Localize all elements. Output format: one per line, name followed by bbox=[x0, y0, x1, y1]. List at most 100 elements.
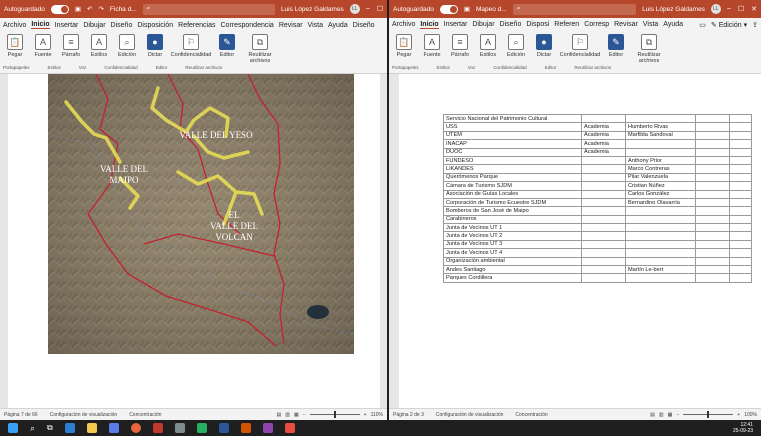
table-cell[interactable]: Cristian Núñez bbox=[625, 181, 696, 191]
menu-tab-archivo[interactable]: Archivo bbox=[392, 21, 415, 29]
reuse-files-button[interactable]: ⧉ Reutilizar archivos bbox=[632, 34, 666, 64]
table-cell[interactable] bbox=[581, 248, 626, 258]
table-cell[interactable]: Junta de Vecinos UT 2 bbox=[443, 231, 582, 241]
avatar[interactable]: LL bbox=[710, 4, 721, 14]
paste-button[interactable]: 📋 Pegar bbox=[3, 34, 27, 58]
menu-tab-insertar[interactable]: Insertar bbox=[55, 22, 79, 29]
dictate-button[interactable]: ● Dictar bbox=[532, 34, 556, 58]
menu-tab-dise-o[interactable]: Diseño bbox=[111, 22, 133, 29]
table-cell[interactable] bbox=[695, 122, 730, 132]
maps-icon[interactable] bbox=[196, 423, 207, 433]
web-layout-icon[interactable]: ▦ bbox=[294, 412, 299, 418]
chrome-icon[interactable] bbox=[130, 423, 141, 433]
table-cell[interactable]: Querómenos Parque bbox=[443, 172, 582, 183]
table-row[interactable]: Servicio Nacional del Patrimonio Cultura… bbox=[443, 113, 752, 124]
table-row[interactable]: FUNDESO Anthony Prior bbox=[443, 155, 752, 166]
menu-tab-revisar[interactable]: Revisar bbox=[614, 21, 638, 29]
table-cell[interactable]: USS bbox=[443, 122, 582, 132]
styles-button[interactable]: A Estilos bbox=[476, 34, 500, 58]
table-cell[interactable]: Corporación de Turismo Ecuestre SJDM bbox=[443, 197, 582, 208]
reuse-files-button[interactable]: ⧉ Reutilizar archivos bbox=[243, 34, 277, 64]
table-cell[interactable] bbox=[729, 256, 752, 267]
document-canvas[interactable]: Servicio Nacional del Patrimonio Cultura… bbox=[389, 74, 761, 408]
paste-button[interactable]: 📋 Pegar bbox=[392, 34, 416, 58]
table-cell[interactable] bbox=[695, 197, 730, 208]
menu-tab-revisar[interactable]: Revisar bbox=[279, 22, 303, 29]
table-cell[interactable] bbox=[581, 223, 626, 233]
table-cell[interactable] bbox=[729, 155, 752, 166]
table-cell[interactable]: INACAP bbox=[443, 139, 582, 149]
print-layout-icon[interactable]: ▥ bbox=[285, 412, 290, 418]
table-row[interactable]: Organización ambiental bbox=[443, 256, 752, 267]
table-cell[interactable] bbox=[729, 130, 752, 141]
table-cell[interactable] bbox=[729, 206, 752, 216]
table-cell[interactable] bbox=[581, 113, 626, 124]
editing-mode-dropdown[interactable]: ✎ Edición ▾ bbox=[711, 21, 747, 29]
table-row[interactable]: UTEM Academia Marfilda Sandoval bbox=[443, 130, 752, 141]
table-cell[interactable] bbox=[581, 273, 626, 283]
table-cell[interactable]: Martín Le-bert bbox=[625, 265, 696, 275]
styles-button[interactable]: A Estilos bbox=[87, 34, 111, 58]
focus-button[interactable]: Concentración bbox=[129, 412, 161, 418]
table-cell[interactable]: Carabineros bbox=[443, 214, 582, 225]
minimize-icon[interactable]: – bbox=[366, 5, 370, 13]
table-row[interactable]: LIKANDES Marco Contreras bbox=[443, 164, 752, 174]
task-view-icon[interactable]: ⧉ bbox=[47, 423, 53, 433]
app-icon[interactable] bbox=[174, 423, 185, 433]
table-cell[interactable]: Marco Contreras bbox=[625, 164, 696, 174]
menu-tab-inicio[interactable]: Inicio bbox=[420, 21, 439, 29]
search-box[interactable]: ⌕ bbox=[142, 3, 275, 15]
table-cell[interactable] bbox=[695, 214, 730, 225]
zoom-level[interactable]: 110% bbox=[371, 412, 383, 418]
table-cell[interactable] bbox=[695, 256, 730, 267]
table-cell[interactable]: Bernardino Olavarría bbox=[625, 197, 696, 208]
table-cell[interactable] bbox=[695, 130, 730, 141]
table-cell[interactable] bbox=[729, 248, 752, 258]
table-cell[interactable] bbox=[581, 164, 626, 174]
menu-tab-vista[interactable]: Vista bbox=[643, 21, 658, 29]
minimize-icon[interactable]: – bbox=[727, 5, 731, 13]
table-row[interactable]: Bomberos de San José de Maipo bbox=[443, 206, 752, 216]
table-row[interactable]: Junta de Vecinos UT 3 bbox=[443, 239, 752, 250]
zoom-out-button[interactable]: − bbox=[676, 412, 679, 418]
table-cell[interactable] bbox=[625, 147, 696, 157]
redo-icon[interactable]: ↷ bbox=[98, 5, 103, 13]
table-cell[interactable] bbox=[695, 273, 730, 283]
table-cell[interactable] bbox=[729, 223, 752, 233]
table-row[interactable]: Junta de Vecinos UT 2 bbox=[443, 231, 752, 241]
table-cell[interactable]: Humberto Rivas bbox=[625, 122, 696, 132]
table-cell[interactable] bbox=[581, 189, 626, 199]
table-cell[interactable] bbox=[729, 172, 752, 183]
app-icon[interactable] bbox=[262, 423, 273, 433]
table-row[interactable]: Junta de Vecinos UT 1 bbox=[443, 223, 752, 233]
table-row[interactable]: Junta de Vecinos UT 4 bbox=[443, 248, 752, 258]
dictate-button[interactable]: ● Dictar bbox=[143, 34, 167, 58]
table-cell[interactable] bbox=[695, 223, 730, 233]
table-cell[interactable] bbox=[581, 214, 626, 225]
table-cell[interactable] bbox=[625, 223, 696, 233]
undo-icon[interactable]: ↶ bbox=[87, 5, 92, 13]
table-cell[interactable]: Academia bbox=[581, 147, 626, 157]
editor-button[interactable]: ✎ Editor bbox=[215, 34, 239, 58]
zoom-in-button[interactable]: + bbox=[737, 412, 740, 418]
table-cell[interactable] bbox=[695, 231, 730, 241]
table-cell[interactable]: Asociación de Guías Locales bbox=[443, 189, 582, 199]
table-cell[interactable] bbox=[581, 155, 626, 166]
display-settings-button[interactable]: Configuración de visualización bbox=[50, 412, 118, 418]
table-cell[interactable] bbox=[695, 164, 730, 174]
document-canvas[interactable]: VALLE DEL MAIPO VALLE DEL YESO EL VALLE DE… bbox=[0, 74, 387, 408]
table-cell[interactable]: Academia bbox=[581, 130, 626, 141]
windows-start-icon[interactable] bbox=[8, 423, 18, 433]
autosave-toggle[interactable] bbox=[439, 4, 458, 14]
table-cell[interactable] bbox=[581, 206, 626, 216]
avatar[interactable]: LL bbox=[349, 4, 360, 14]
table-cell[interactable] bbox=[695, 155, 730, 166]
table-row[interactable]: Querómenos Parque Pilar Valenzuela bbox=[443, 172, 752, 183]
menu-tab-dibujar[interactable]: Dibujar bbox=[83, 22, 105, 29]
table-cell[interactable] bbox=[625, 214, 696, 225]
table-cell[interactable]: Junta de Vecinos UT 4 bbox=[443, 248, 582, 258]
stakeholder-table[interactable]: Servicio Nacional del Patrimonio Cultura… bbox=[443, 113, 752, 283]
table-cell[interactable] bbox=[695, 206, 730, 216]
comments-icon[interactable]: ▭ bbox=[699, 21, 706, 29]
table-cell[interactable] bbox=[625, 248, 696, 258]
